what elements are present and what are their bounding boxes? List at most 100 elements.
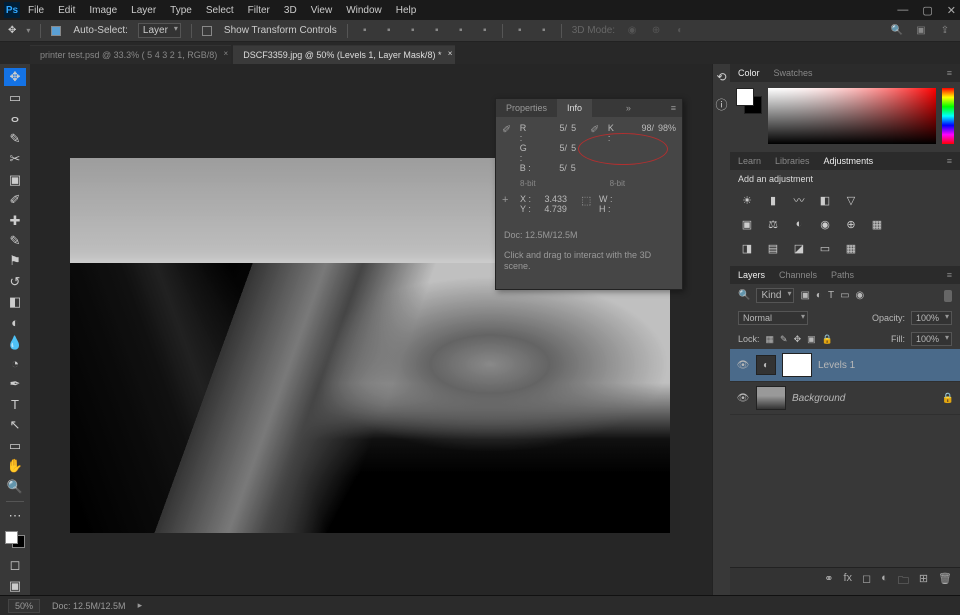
info-panel[interactable]: Properties Info » ≡ ✐ R :5/5 G :5/5 B :5… (495, 98, 683, 290)
edit-toolbar[interactable]: ⋯ (4, 507, 26, 525)
foreground-background-color[interactable] (5, 531, 25, 548)
filter-smart-icon[interactable]: ◉ (856, 290, 865, 301)
info-tab[interactable]: Info (557, 99, 592, 117)
align-center-h-icon[interactable]: ▪ (382, 24, 396, 38)
align-top-icon[interactable]: ▪ (430, 24, 444, 38)
layer-row[interactable]: 👁 ◐ Levels 1 (730, 349, 960, 382)
exposure-icon[interactable]: ◧ (816, 192, 834, 208)
new-group-icon[interactable]: 🗀 (898, 572, 909, 591)
lock-transparency-icon[interactable]: ▦ (766, 334, 775, 345)
fill-field[interactable]: 100% (911, 332, 952, 346)
curves-icon[interactable]: 〰 (790, 192, 808, 208)
blend-mode-dropdown[interactable]: Normal (738, 311, 808, 325)
layer-name[interactable]: Background (792, 393, 845, 404)
auto-select-dropdown[interactable]: Layer (138, 23, 181, 38)
channels-tab[interactable]: Channels (779, 270, 817, 280)
canvas-area[interactable]: Properties Info » ≡ ✐ R :5/5 G :5/5 B :5… (30, 64, 712, 595)
lock-artboard-icon[interactable]: ▣ (807, 334, 816, 345)
visibility-icon[interactable]: 👁 (736, 360, 750, 371)
menu-filter[interactable]: Filter (248, 5, 270, 16)
move-tool[interactable]: ✥ (4, 68, 26, 86)
menu-3d[interactable]: 3D (284, 5, 297, 16)
maximize-icon[interactable]: ▢ (922, 4, 932, 17)
lock-pixels-icon[interactable]: ✎ (780, 334, 788, 345)
opacity-field[interactable]: 100% (911, 311, 952, 325)
menu-type[interactable]: Type (170, 5, 192, 16)
selective-color-icon[interactable]: ▦ (842, 240, 860, 256)
align-bottom-icon[interactable]: ▪ (478, 24, 492, 38)
eyedropper-tool[interactable]: ✐ (4, 191, 26, 209)
levels-icon[interactable]: ▮ (764, 192, 782, 208)
layer-row[interactable]: 👁 Background 🔒 (730, 382, 960, 415)
photo-filter-icon[interactable]: ◉ (816, 216, 834, 232)
auto-select-checkbox[interactable] (51, 26, 61, 36)
filter-shape-icon[interactable]: ▭ (840, 290, 849, 301)
adjustments-tab[interactable]: Adjustments (824, 156, 874, 166)
align-center-v-icon[interactable]: ▪ (454, 24, 468, 38)
frame-tool[interactable]: ▣ (4, 170, 26, 188)
filter-pixel-icon[interactable]: ▣ (800, 290, 809, 301)
filter-type-icon[interactable]: T (828, 290, 834, 301)
menu-view[interactable]: View (311, 5, 333, 16)
tab-close-icon[interactable]: × (224, 49, 229, 58)
filter-adj-icon[interactable]: ◐ (816, 290, 822, 301)
threshold-icon[interactable]: ◪ (790, 240, 808, 256)
marquee-tool[interactable]: ▭ (4, 88, 26, 106)
lock-all-icon[interactable]: 🔒 (822, 334, 833, 345)
history-icon[interactable]: ⟲ (716, 70, 726, 84)
panel-menu-icon[interactable]: ≡ (665, 99, 682, 117)
link-layers-icon[interactable]: ⚭ (824, 572, 833, 591)
screen-mode-tool[interactable]: ▣ (4, 576, 26, 594)
gradient-tool[interactable]: ◐ (4, 314, 26, 332)
swatches-tab[interactable]: Swatches (774, 68, 813, 78)
gradient-map-icon[interactable]: ▭ (816, 240, 834, 256)
menu-image[interactable]: Image (89, 5, 117, 16)
close-icon[interactable]: ✕ (947, 4, 956, 17)
move-tool-icon[interactable]: ✥ (8, 25, 16, 36)
bw-icon[interactable]: ◐ (790, 216, 808, 232)
adjustment-thumb[interactable]: ◐ (756, 355, 776, 375)
status-doc-size[interactable]: Doc: 12.5M/12.5M (52, 601, 126, 611)
color-field[interactable] (768, 88, 936, 144)
panel-menu-icon[interactable]: ≡ (947, 68, 952, 78)
search-icon[interactable]: 🔍 (890, 24, 904, 38)
layer-thumb[interactable] (756, 386, 786, 410)
visibility-icon[interactable]: 👁 (736, 393, 750, 404)
paths-tab[interactable]: Paths (831, 270, 854, 280)
menu-file[interactable]: File (28, 5, 44, 16)
brush-tool[interactable]: ✎ (4, 232, 26, 250)
filter-kind-dropdown[interactable]: Kind (756, 288, 794, 303)
layer-mask-icon[interactable]: ◻ (862, 572, 871, 591)
eraser-tool[interactable]: ◧ (4, 293, 26, 311)
panel-menu-icon[interactable]: ≡ (947, 156, 952, 166)
hand-tool[interactable]: ✋ (4, 457, 26, 475)
history-brush-tool[interactable]: ↺ (4, 273, 26, 291)
mask-thumb[interactable] (782, 353, 812, 377)
distribute-v-icon[interactable]: ▪ (537, 24, 551, 38)
learn-tab[interactable]: Learn (738, 156, 761, 166)
stamp-tool[interactable]: ⚑ (4, 252, 26, 270)
zoom-tool[interactable]: 🔍 (4, 477, 26, 495)
color-lookup-icon[interactable]: ▦ (868, 216, 886, 232)
info-icon[interactable]: ⓘ (715, 96, 727, 113)
share-icon[interactable]: ⇪ (938, 24, 952, 38)
align-right-icon[interactable]: ▪ (406, 24, 420, 38)
status-arrow-icon[interactable]: ▸ (138, 600, 143, 611)
shape-tool[interactable]: ▭ (4, 436, 26, 454)
menu-edit[interactable]: Edit (58, 5, 75, 16)
panel-collapse-icon[interactable]: » (620, 99, 637, 117)
healing-tool[interactable]: ✚ (4, 211, 26, 229)
menu-window[interactable]: Window (346, 5, 382, 16)
distribute-h-icon[interactable]: ▪ (513, 24, 527, 38)
minimize-icon[interactable]: — (897, 4, 908, 17)
filter-toggle[interactable] (944, 290, 952, 302)
show-transform-checkbox[interactable] (202, 26, 212, 36)
layer-name[interactable]: Levels 1 (818, 360, 855, 371)
color-balance-icon[interactable]: ⚖ (764, 216, 782, 232)
path-tool[interactable]: ↖ (4, 416, 26, 434)
quick-mask-tool[interactable]: ◻ (4, 556, 26, 574)
zoom-level[interactable]: 50% (8, 599, 40, 613)
layers-tab[interactable]: Layers (738, 270, 765, 280)
blur-tool[interactable]: 💧 (4, 334, 26, 352)
layer-style-icon[interactable]: fx (843, 572, 852, 591)
